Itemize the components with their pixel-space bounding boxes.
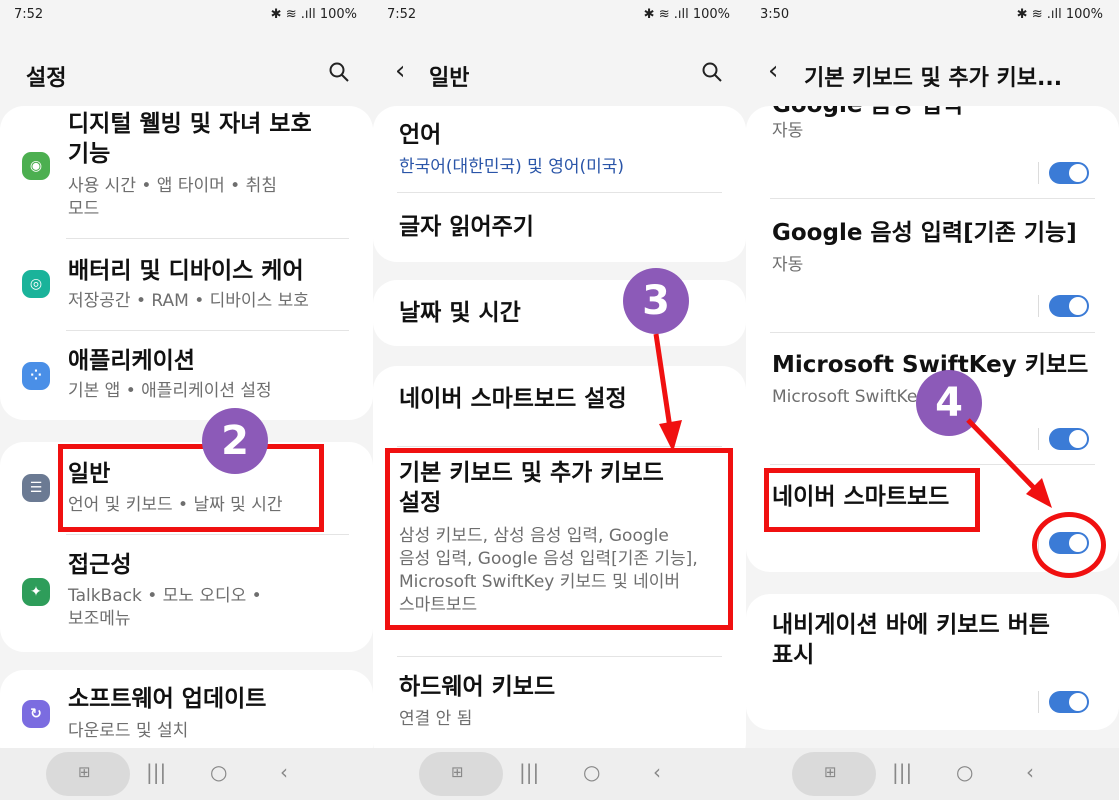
digital-wellbeing-icon: ◉ [22,152,50,180]
software-update-icon: ↻ [22,700,50,728]
step-badge: 2 [202,408,268,474]
divider [66,534,349,535]
home-icon[interactable]: ○ [210,760,227,784]
item-subtitle: 사용 시간 • 앱 타이머 • 취침 [68,176,277,196]
device-care-icon: ◎ [22,270,50,298]
step-arrow [966,418,1052,508]
home-icon[interactable]: ○ [583,760,600,784]
accessibility-icon: ✦ [22,578,50,606]
settings-screen: 7:52 ✱ ≋ .ıll 100% 설정 ◉ 디지털 웰빙 및 자녀 보호 기… [0,0,373,800]
item-title: 디지털 웰빙 및 자녀 보호 [68,111,312,137]
item-title: 애플리케이션 [68,348,195,374]
back-icon[interactable]: ‹ [653,760,661,784]
highlight-box [58,444,324,532]
settings-item-accessibility[interactable]: ✦ 접근성 TalkBack • 모노 오디오 • 보조메뉴 [0,536,373,648]
home-icon[interactable]: ○ [956,760,973,784]
app-bar: 설정 [0,52,373,96]
navigation-bar: ⊞ ||| ○ ‹ [373,748,746,800]
item-title: 배터리 및 디바이스 케어 [68,258,304,284]
item-subtitle-cont: 보조메뉴 [68,609,131,629]
item-subtitle: 기본 앱 • 애플리케이션 설정 [68,381,272,401]
navigation-bar: ⊞ ||| ○ ‹ [746,748,1119,800]
settings-item-digital-wellbeing[interactable]: ◉ 디지털 웰빙 및 자녀 보호 기능 사용 시간 • 앱 타이머 • 취침 모… [0,106,373,238]
keyboard-list-screen: 3:50 ✱ ≋ .ıll 100% ‹ 기본 키보드 및 추가 키보... G… [746,0,1119,800]
settings-item-software-update[interactable]: ↻ 소프트웨어 업데이트 다운로드 및 설치 [0,672,373,748]
item-title: 접근성 [68,552,132,578]
apps-icon: ⁘ [22,362,50,390]
settings-item-apps[interactable]: ⁘ 애플리케이션 기본 앱 • 애플리케이션 설정 [0,332,373,420]
step-arrow [653,333,682,452]
keyboard-toggle-icon[interactable]: ⊞ [78,763,91,781]
recents-icon[interactable]: ||| [146,760,166,784]
item-title-cont: 기능 [68,141,111,167]
back-icon[interactable]: ‹ [280,760,288,784]
signal-wifi-icon: ✱ ≋ .ıll [270,7,320,22]
item-title: 소프트웨어 업데이트 [68,686,267,712]
keyboard-toggle-icon[interactable]: ⊞ [824,763,837,781]
navigation-bar: ⊞ ||| ○ ‹ [0,748,373,800]
page-title: 설정 [26,66,67,91]
settings-item-device-care[interactable]: ◎ 배터리 및 디바이스 케어 저장공간 • RAM • 디바이스 보호 [0,240,373,328]
status-bar: 7:52 ✱ ≋ .ıll 100% [0,0,373,30]
recents-icon[interactable]: ||| [519,760,539,784]
item-subtitle-cont: 모드 [68,199,100,219]
general-screen: 7:52 ✱ ≋ .ıll 100% ‹ 일반 언어 한국어(대한민국) 및 영… [373,0,746,800]
keyboard-toggle-icon[interactable]: ⊞ [451,763,464,781]
item-subtitle: TalkBack • 모노 오디오 • [68,586,262,606]
item-subtitle: 저장공간 • RAM • 디바이스 보호 [68,291,309,311]
back-icon[interactable]: ‹ [1026,760,1034,784]
recents-icon[interactable]: ||| [892,760,912,784]
status-time: 7:52 [14,7,44,22]
divider [66,238,349,239]
battery-level: 100% [319,7,357,22]
divider [66,330,349,331]
general-management-icon: ☰ [22,474,50,502]
item-subtitle: 다운로드 및 설치 [68,721,189,741]
search-icon[interactable] [327,60,351,84]
